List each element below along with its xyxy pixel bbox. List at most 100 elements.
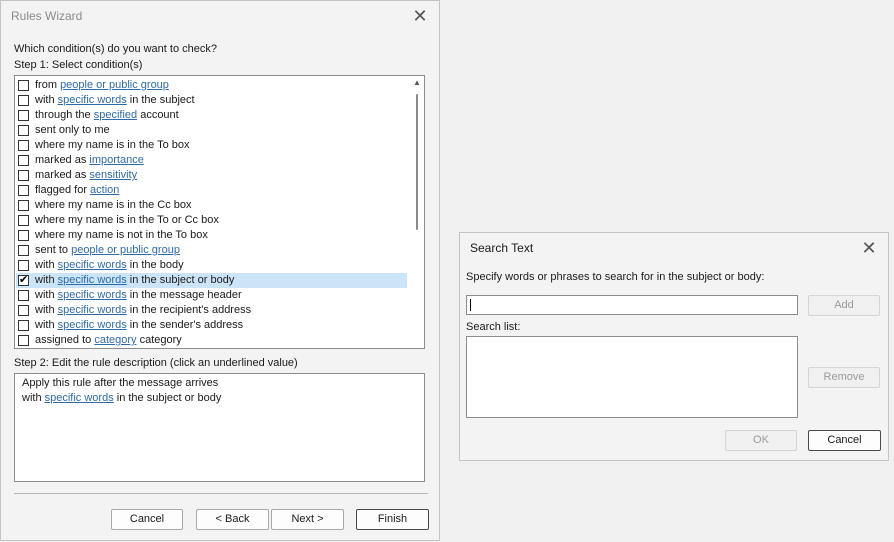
cancel-button[interactable]: Cancel — [111, 509, 183, 530]
condition-prefix: from — [35, 79, 61, 91]
condition-text: marked as importance — [35, 153, 144, 168]
next-button[interactable]: Next > — [271, 509, 344, 530]
condition-text: marked as sensitivity — [35, 168, 137, 183]
condition-checkbox[interactable] — [18, 185, 29, 196]
scroll-up-arrow-icon[interactable]: ▲ — [410, 78, 424, 88]
condition-checkbox[interactable] — [18, 305, 29, 316]
conditions-scrollbar[interactable]: ▲ — [410, 76, 424, 348]
conditions-list[interactable]: from people or public group with specific… — [14, 75, 425, 349]
condition-checkbox[interactable] — [18, 290, 29, 301]
description-line-1: Apply this rule after the message arrive… — [22, 377, 219, 389]
close-icon[interactable]: ✕ — [858, 237, 880, 259]
condition-text: with specific words in the message heade… — [35, 288, 242, 303]
condition-prefix: with — [35, 259, 58, 271]
condition-text: with specific words in the subject — [35, 93, 195, 108]
checkmark-icon: ✔ — [19, 274, 29, 286]
condition-prefix: where my name is not in the To box — [35, 229, 208, 241]
condition-prefix: sent only to me — [35, 124, 110, 136]
condition-row[interactable]: where my name is in the Cc box — [16, 198, 407, 213]
condition-checkbox[interactable] — [18, 80, 29, 91]
search-prompt: Specify words or phrases to search for i… — [466, 271, 765, 283]
condition-row[interactable]: marked as importance — [16, 153, 407, 168]
condition-link[interactable]: specific words — [58, 289, 127, 301]
condition-checkbox[interactable] — [18, 95, 29, 106]
condition-checkbox[interactable] — [18, 320, 29, 331]
specific-words-link[interactable]: specific words — [45, 392, 114, 404]
back-button[interactable]: < Back — [196, 509, 269, 530]
condition-row[interactable]: with specific words in the sender's addr… — [16, 318, 407, 333]
condition-text: with specific words in the sender's addr… — [35, 318, 243, 333]
footer-divider — [14, 493, 428, 494]
condition-prefix: sent to — [35, 244, 72, 256]
condition-text: where my name is not in the To box — [35, 228, 208, 243]
condition-link[interactable]: specific words — [58, 319, 127, 331]
condition-checkbox[interactable]: ✔ — [18, 275, 29, 286]
condition-row[interactable]: where my name is in the To or Cc box — [16, 213, 407, 228]
condition-row[interactable]: sent to people or public group — [16, 243, 407, 258]
search-words-input[interactable] — [466, 295, 798, 315]
condition-suffix: in the message header — [126, 289, 242, 301]
condition-prefix: where my name is in the To or Cc box — [35, 214, 219, 226]
condition-checkbox[interactable] — [18, 335, 29, 346]
condition-text: where my name is in the To box — [35, 138, 189, 153]
search-text-titlebar: Search Text ✕ — [460, 233, 888, 265]
condition-text: where my name is in the Cc box — [35, 198, 192, 213]
condition-checkbox[interactable] — [18, 170, 29, 181]
description-line-2-prefix: with — [22, 392, 45, 404]
condition-question: Which condition(s) do you want to check? — [14, 43, 217, 55]
condition-link[interactable]: specific words — [58, 94, 127, 106]
condition-link[interactable]: specific words — [58, 304, 127, 316]
condition-row[interactable]: with specific words in the message heade… — [16, 288, 407, 303]
close-icon[interactable]: ✕ — [409, 5, 431, 27]
condition-suffix: in the recipient's address — [126, 304, 252, 316]
condition-checkbox[interactable] — [18, 260, 29, 271]
condition-checkbox[interactable] — [18, 140, 29, 151]
condition-row[interactable]: where my name is in the To box — [16, 138, 407, 153]
condition-link[interactable]: importance — [89, 154, 143, 166]
condition-text: where my name is in the To or Cc box — [35, 213, 219, 228]
condition-suffix: account — [137, 109, 179, 121]
rule-description-box: Apply this rule after the message arrive… — [14, 373, 425, 482]
condition-suffix: in the subject or body — [126, 274, 235, 286]
condition-checkbox[interactable] — [18, 230, 29, 241]
condition-row[interactable]: with specific words in the recipient's a… — [16, 303, 407, 318]
condition-row[interactable]: through the specified account — [16, 108, 407, 123]
rules-wizard-titlebar: Rules Wizard ✕ — [1, 1, 439, 33]
condition-checkbox[interactable] — [18, 155, 29, 166]
ok-button[interactable]: OK — [725, 430, 797, 451]
condition-link[interactable]: action — [90, 184, 119, 196]
condition-checkbox[interactable] — [18, 245, 29, 256]
search-cancel-button[interactable]: Cancel — [808, 430, 881, 451]
condition-link[interactable]: people or public group — [71, 244, 180, 256]
condition-link[interactable]: sensitivity — [89, 169, 137, 181]
condition-row[interactable]: with specific words in the body — [16, 258, 407, 273]
condition-row[interactable]: marked as sensitivity — [16, 168, 407, 183]
condition-row[interactable]: assigned to category category — [16, 333, 407, 348]
condition-text: with specific words in the subject or bo… — [35, 273, 234, 288]
condition-link[interactable]: specified — [94, 109, 137, 121]
condition-row[interactable]: flagged for action — [16, 183, 407, 198]
condition-checkbox[interactable] — [18, 110, 29, 121]
condition-row[interactable]: sent only to me — [16, 123, 407, 138]
finish-button[interactable]: Finish — [356, 509, 429, 530]
condition-link[interactable]: category — [94, 334, 136, 346]
condition-link[interactable]: specific words — [58, 274, 127, 286]
condition-link[interactable]: specific words — [58, 259, 127, 271]
search-list[interactable] — [466, 336, 798, 418]
condition-text: flagged for action — [35, 183, 119, 198]
condition-checkbox[interactable] — [18, 215, 29, 226]
add-button[interactable]: Add — [808, 295, 880, 316]
condition-checkbox[interactable] — [18, 125, 29, 136]
condition-row[interactable]: where my name is not in the To box — [16, 228, 407, 243]
condition-prefix: with — [35, 94, 58, 106]
condition-link[interactable]: people or public group — [60, 79, 169, 91]
condition-row[interactable]: from people or public group — [16, 78, 407, 93]
scroll-thumb[interactable] — [416, 94, 418, 230]
rules-wizard-title: Rules Wizard — [11, 9, 83, 23]
remove-button[interactable]: Remove — [808, 367, 880, 388]
search-list-label: Search list: — [466, 321, 521, 333]
condition-checkbox[interactable] — [18, 200, 29, 211]
condition-row[interactable]: ✔ with specific words in the subject or b… — [16, 273, 407, 288]
condition-row[interactable]: with specific words in the subject — [16, 93, 407, 108]
condition-suffix: in the sender's address — [126, 319, 244, 331]
